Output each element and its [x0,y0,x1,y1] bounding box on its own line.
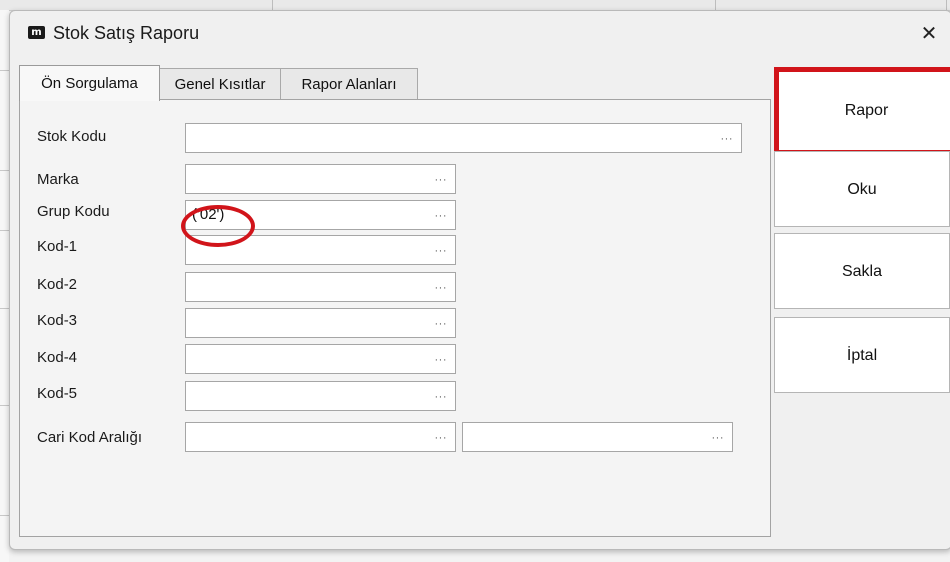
sakla-button[interactable]: Sakla [774,233,950,309]
title-bar: m Stok Satış Raporu ✕ [10,11,950,57]
grup-kodu-highlight-circle [181,205,255,247]
kod-3-label: Kod-3 [37,312,78,329]
kod-1-label: Kod-1 [37,238,78,255]
browse-icon[interactable]: ··· [721,134,734,145]
stok-kodu-input[interactable]: ··· [185,123,742,153]
browse-icon[interactable]: ··· [435,283,448,294]
kod-5-input[interactable]: ··· [185,381,456,411]
kod-5-label: Kod-5 [37,385,78,402]
tab-on-sorgulama[interactable]: Ön Sorgulama [19,65,160,101]
stok-kodu-label: Stok Kodu [37,128,107,145]
iptal-button[interactable]: İptal [774,317,950,393]
window-title: Stok Satış Raporu [53,23,200,43]
oku-button[interactable]: Oku [774,151,950,227]
background-window-edge [0,10,9,562]
kod-4-input[interactable]: ··· [185,344,456,374]
close-button[interactable]: ✕ [915,21,943,47]
cari-kod-end-input[interactable]: ··· [462,422,733,452]
browse-icon[interactable]: ··· [435,392,448,403]
browse-icon[interactable]: ··· [435,175,448,186]
browse-icon[interactable]: ··· [435,433,448,444]
marka-input[interactable]: ··· [185,164,456,194]
rapor-button[interactable]: Rapor [774,67,950,155]
stok-satis-raporu-dialog: m Stok Satış Raporu ✕ Ön Sorgulama Genel… [9,10,950,550]
kod-4-label: Kod-4 [37,349,78,366]
browse-icon[interactable]: ··· [435,355,448,366]
browse-icon[interactable]: ··· [435,211,448,222]
marka-label: Marka [37,171,79,188]
tab-genel-kisitlar[interactable]: Genel Kısıtlar [159,68,281,100]
browse-icon[interactable]: ··· [712,433,725,444]
app-logo-icon: m [28,26,45,39]
browse-icon[interactable]: ··· [435,246,448,257]
cari-kod-start-input[interactable]: ··· [185,422,456,452]
kod-2-input[interactable]: ··· [185,272,456,302]
cari-kod-araligi-label: Cari Kod Aralığı [37,429,143,446]
kod-3-input[interactable]: ··· [185,308,456,338]
grup-kodu-label: Grup Kodu [37,203,110,220]
tab-rapor-alanlari[interactable]: Rapor Alanları [280,68,418,100]
kod-2-label: Kod-2 [37,276,78,293]
browse-icon[interactable]: ··· [435,319,448,330]
